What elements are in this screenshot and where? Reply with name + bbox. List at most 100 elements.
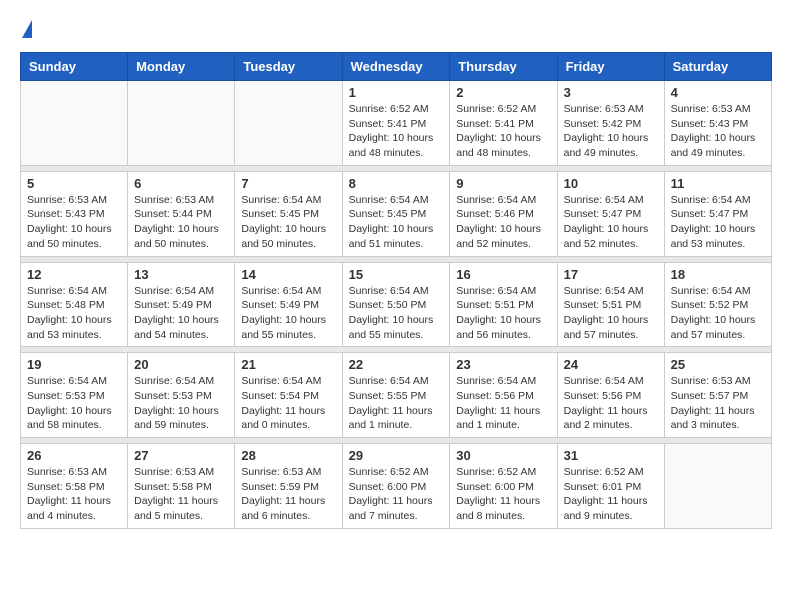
day-info: Sunrise: 6:54 AMSunset: 5:47 PMDaylight:… — [564, 193, 658, 252]
day-number: 9 — [456, 176, 550, 191]
day-cell: 9 Sunrise: 6:54 AMSunset: 5:46 PMDaylight… — [450, 171, 557, 256]
day-info: Sunrise: 6:54 AMSunset: 5:50 PMDaylight:… — [349, 284, 444, 343]
day-cell: 11Sunrise: 6:54 AMSunset: 5:47 PMDayligh… — [664, 171, 771, 256]
day-number: 17 — [564, 267, 658, 282]
day-cell: 18 Sunrise: 6:54 AMSunset: 5:52 PMDayligh… — [664, 262, 771, 347]
day-cell: 28 Sunrise: 6:53 AMSunset: 5:59 PMDayligh… — [235, 444, 342, 529]
header-saturday: Saturday — [664, 53, 771, 81]
calendar-table: SundayMondayTuesdayWednesdayThursdayFrid… — [20, 52, 772, 529]
day-info: Sunrise: 6:52 AMSunset: 6:00 PMDaylight:… — [349, 465, 444, 524]
day-cell: 4 Sunrise: 6:53 AMSunset: 5:43 PMDaylight… — [664, 81, 771, 166]
day-info: Sunrise: 6:53 AMSunset: 5:57 PMDaylight:… — [671, 374, 765, 433]
header-sunday: Sunday — [21, 53, 128, 81]
day-info: Sunrise: 6:54 AMSunset: 5:48 PMDaylight:… — [27, 284, 121, 343]
day-info: Sunrise: 6:53 AMSunset: 5:58 PMDaylight:… — [27, 465, 121, 524]
day-number: 28 — [241, 448, 335, 463]
day-number: 3 — [564, 85, 658, 100]
day-number: 22 — [349, 357, 444, 372]
day-number: 12 — [27, 267, 121, 282]
header-monday: Monday — [128, 53, 235, 81]
logo — [20, 20, 32, 42]
day-cell: 1Sunrise: 6:52 AMSunset: 5:41 PMDaylight… — [342, 81, 450, 166]
day-number: 2 — [456, 85, 550, 100]
day-info: Sunrise: 6:53 AMSunset: 5:44 PMDaylight:… — [134, 193, 228, 252]
day-info: Sunrise: 6:54 AMSunset: 5:56 PMDaylight:… — [564, 374, 658, 433]
logo-triangle-icon — [22, 20, 32, 38]
day-number: 21 — [241, 357, 335, 372]
day-cell: 15 Sunrise: 6:54 AMSunset: 5:50 PMDayligh… — [342, 262, 450, 347]
day-info: Sunrise: 6:54 AMSunset: 5:46 PMDaylight:… — [456, 193, 550, 252]
day-number: 26 — [27, 448, 121, 463]
day-number: 6 — [134, 176, 228, 191]
day-info: Sunrise: 6:53 AMSunset: 5:58 PMDaylight:… — [134, 465, 228, 524]
week-row-5: 26 Sunrise: 6:53 AMSunset: 5:58 PMDayligh… — [21, 444, 772, 529]
day-info: Sunrise: 6:54 AMSunset: 5:53 PMDaylight:… — [134, 374, 228, 433]
day-number: 10 — [564, 176, 658, 191]
week-row-3: 12 Sunrise: 6:54 AMSunset: 5:48 PMDayligh… — [21, 262, 772, 347]
day-cell: 25 Sunrise: 6:53 AMSunset: 5:57 PMDayligh… — [664, 353, 771, 438]
day-number: 14 — [241, 267, 335, 282]
day-cell: 30 Sunrise: 6:52 AMSunset: 6:00 PMDayligh… — [450, 444, 557, 529]
day-info: Sunrise: 6:54 AMSunset: 5:54 PMDaylight:… — [241, 374, 335, 433]
week-row-4: 19 Sunrise: 6:54 AMSunset: 5:53 PMDayligh… — [21, 353, 772, 438]
day-number: 18 — [671, 267, 765, 282]
day-info: Sunrise: 6:52 AMSunset: 6:01 PMDaylight:… — [564, 465, 658, 524]
header-friday: Friday — [557, 53, 664, 81]
day-cell: 23Sunrise: 6:54 AMSunset: 5:56 PMDayligh… — [450, 353, 557, 438]
day-cell: 6 Sunrise: 6:53 AMSunset: 5:44 PMDaylight… — [128, 171, 235, 256]
day-info: Sunrise: 6:52 AMSunset: 6:00 PMDaylight:… — [456, 465, 550, 524]
day-cell: 31Sunrise: 6:52 AMSunset: 6:01 PMDayligh… — [557, 444, 664, 529]
day-number: 27 — [134, 448, 228, 463]
day-number: 30 — [456, 448, 550, 463]
day-number: 7 — [241, 176, 335, 191]
day-number: 19 — [27, 357, 121, 372]
day-number: 29 — [349, 448, 444, 463]
day-info: Sunrise: 6:54 AMSunset: 5:45 PMDaylight:… — [241, 193, 335, 252]
header-row: SundayMondayTuesdayWednesdayThursdayFrid… — [21, 53, 772, 81]
day-number: 4 — [671, 85, 765, 100]
day-cell: 19 Sunrise: 6:54 AMSunset: 5:53 PMDayligh… — [21, 353, 128, 438]
day-info: Sunrise: 6:53 AMSunset: 5:59 PMDaylight:… — [241, 465, 335, 524]
header-wednesday: Wednesday — [342, 53, 450, 81]
day-info: Sunrise: 6:54 AMSunset: 5:53 PMDaylight:… — [27, 374, 121, 433]
day-info: Sunrise: 6:53 AMSunset: 5:42 PMDaylight:… — [564, 102, 658, 161]
day-number: 11 — [671, 176, 765, 191]
day-cell: 20 Sunrise: 6:54 AMSunset: 5:53 PMDayligh… — [128, 353, 235, 438]
day-number: 15 — [349, 267, 444, 282]
week-row-2: 5 Sunrise: 6:53 AMSunset: 5:43 PMDaylight… — [21, 171, 772, 256]
day-cell: 21 Sunrise: 6:54 AMSunset: 5:54 PMDayligh… — [235, 353, 342, 438]
day-number: 13 — [134, 267, 228, 282]
day-info: Sunrise: 6:52 AMSunset: 5:41 PMDaylight:… — [456, 102, 550, 161]
day-cell — [664, 444, 771, 529]
day-cell — [235, 81, 342, 166]
day-cell: 14 Sunrise: 6:54 AMSunset: 5:49 PMDayligh… — [235, 262, 342, 347]
day-info: Sunrise: 6:53 AMSunset: 5:43 PMDaylight:… — [27, 193, 121, 252]
day-cell: 5 Sunrise: 6:53 AMSunset: 5:43 PMDaylight… — [21, 171, 128, 256]
day-cell — [21, 81, 128, 166]
day-info: Sunrise: 6:54 AMSunset: 5:49 PMDaylight:… — [241, 284, 335, 343]
day-cell: 2 Sunrise: 6:52 AMSunset: 5:41 PMDaylight… — [450, 81, 557, 166]
day-number: 25 — [671, 357, 765, 372]
day-cell: 7 Sunrise: 6:54 AMSunset: 5:45 PMDaylight… — [235, 171, 342, 256]
day-info: Sunrise: 6:54 AMSunset: 5:49 PMDaylight:… — [134, 284, 228, 343]
day-cell — [128, 81, 235, 166]
day-info: Sunrise: 6:53 AMSunset: 5:43 PMDaylight:… — [671, 102, 765, 161]
day-cell: 16 Sunrise: 6:54 AMSunset: 5:51 PMDayligh… — [450, 262, 557, 347]
day-number: 16 — [456, 267, 550, 282]
week-row-1: 1Sunrise: 6:52 AMSunset: 5:41 PMDaylight… — [21, 81, 772, 166]
day-info: Sunrise: 6:54 AMSunset: 5:52 PMDaylight:… — [671, 284, 765, 343]
day-number: 8 — [349, 176, 444, 191]
day-cell: 26 Sunrise: 6:53 AMSunset: 5:58 PMDayligh… — [21, 444, 128, 529]
day-cell: 13 Sunrise: 6:54 AMSunset: 5:49 PMDayligh… — [128, 262, 235, 347]
day-cell: 3 Sunrise: 6:53 AMSunset: 5:42 PMDaylight… — [557, 81, 664, 166]
day-info: Sunrise: 6:52 AMSunset: 5:41 PMDaylight:… — [349, 102, 444, 161]
header-tuesday: Tuesday — [235, 53, 342, 81]
day-cell: 22Sunrise: 6:54 AMSunset: 5:55 PMDayligh… — [342, 353, 450, 438]
day-number: 5 — [27, 176, 121, 191]
day-number: 20 — [134, 357, 228, 372]
page-header — [20, 20, 772, 42]
day-info: Sunrise: 6:54 AMSunset: 5:51 PMDaylight:… — [564, 284, 658, 343]
day-cell: 8Sunrise: 6:54 AMSunset: 5:45 PMDaylight… — [342, 171, 450, 256]
day-cell: 10 Sunrise: 6:54 AMSunset: 5:47 PMDayligh… — [557, 171, 664, 256]
day-info: Sunrise: 6:54 AMSunset: 5:51 PMDaylight:… — [456, 284, 550, 343]
